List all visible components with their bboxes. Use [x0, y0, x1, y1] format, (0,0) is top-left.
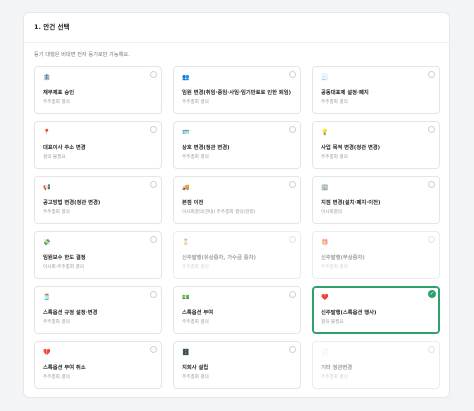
radio-button[interactable] [150, 236, 157, 243]
agenda-card: 📄 기타 정관변경주주총회 결의 [312, 341, 440, 389]
agenda-card[interactable]: 💸 임원보수 한도 결정이사회·주주총회 결의 [34, 231, 162, 279]
agenda-card[interactable]: 🏢 지점 변경(설치·폐지·이전) 이사회결의 [312, 176, 440, 224]
agenda-card-title: 공동대표제 설정·폐지 [321, 90, 369, 96]
cabinet-icon: 🗄️ [182, 349, 190, 356]
agenda-card-resolution: 주주총회 결의 [182, 375, 209, 380]
agenda-card[interactable]: 💡 사업 목적 변경(정관 변경) 주주총회 결의 [312, 121, 440, 169]
heart-icon: ❤️ [321, 294, 329, 301]
radio-button[interactable] [428, 181, 435, 188]
radio-button[interactable] [150, 71, 157, 78]
cash-icon: 💵 [182, 294, 190, 301]
agenda-card[interactable]: 🚚 본점 이전이사회결의(관내) 주주총회 결의(관외) [173, 176, 301, 224]
agenda-card-title: 공고방법 변경(정관 변경) [43, 200, 101, 206]
radio-button[interactable] [428, 71, 435, 78]
agenda-card[interactable]: 💔 스톡옵션 부여 취소주주총회 결의 [34, 341, 162, 389]
agenda-card-title: 스톡옵션 부여 취소 [43, 365, 86, 371]
location-icon: 📍 [43, 129, 51, 136]
bank-icon: 🏦 [43, 74, 51, 81]
id-card-icon: 🪪 [182, 129, 190, 136]
agenda-card-title: 지점 변경(설치·폐지·이전) [321, 200, 381, 206]
agenda-card-title: 상호 변경(정관 변경) [182, 145, 230, 151]
agenda-card-resolution: 주주총회 결의 [321, 265, 348, 270]
radio-button[interactable] [289, 291, 296, 298]
agenda-card[interactable]: 📍 대표이사 주소 변경결의 불필요 [34, 121, 162, 169]
radio-button [428, 346, 435, 353]
broken-heart-icon: 💔 [43, 349, 51, 356]
page-icon: 📄 [321, 349, 329, 356]
agenda-card[interactable]: 🪪 상호 변경(정관 변경) 주주총회 결의 [173, 121, 301, 169]
agenda-card[interactable]: 👥 임원 변경(취임·중임·사임·임기만료로 인한 퇴임) 주주총회 결의 [173, 66, 301, 114]
agenda-card-title: 대표이사 주소 변경 [43, 145, 86, 151]
money-icon: 💸 [43, 239, 51, 246]
agenda-card-resolution: 주주총회 결의 [321, 100, 348, 105]
agenda-selection-panel: 1. 안건 선택 등기 대행은 비대면 전자 등기로만 가능해요. 🏦 재무제표 … [23, 12, 450, 398]
agenda-card[interactable]: 🏦 재무제표 승인주주총회 결의 [34, 66, 162, 114]
agenda-card[interactable]: 🫙 스톡옵션 규정 설정·변경주주총회 결의 [34, 286, 162, 334]
agenda-card-resolution: 이사회결의(관내) 주주총회 결의(관외) [182, 210, 256, 215]
document-icon: 🧾 [321, 74, 329, 81]
jar-icon: 🫙 [43, 294, 51, 301]
agenda-card-resolution: 주주총회 결의 [182, 100, 209, 105]
agenda-card[interactable]: 🧾 공동대표제 설정·폐지주주총회 결의 [312, 66, 440, 114]
agenda-card-resolution: 주주총회 결의 [321, 375, 348, 380]
agenda-card-title: 임원보수 한도 결정 [43, 255, 86, 261]
agenda-card-resolution: 주주총회 결의 [43, 375, 70, 380]
building-icon: 🏢 [321, 184, 329, 191]
agenda-card-resolution: 주주총회 결의 [182, 155, 209, 160]
agenda-card-title: 신주발행(무상증자) [321, 255, 365, 261]
medal-icon: 🏅 [182, 239, 190, 246]
agenda-card-title: 신주발행(유상증자, 가수금 증자) [182, 255, 256, 261]
agenda-card[interactable]: ✓ ❤️ 신주발행(스톡옵션 행사) 결의 불필요 [312, 286, 440, 334]
agenda-card-resolution: 주주총회 결의 [182, 265, 209, 270]
lightbulb-icon: 💡 [321, 129, 329, 136]
agenda-card-resolution: 주주총회 결의 [182, 320, 209, 325]
agenda-card-title: 본점 이전 [182, 200, 204, 206]
gift-icon: 🎁 [321, 239, 329, 246]
radio-button[interactable] [150, 181, 157, 188]
agenda-card-resolution: 결의 불필요 [321, 320, 344, 325]
notice-text: 등기 대행은 비대면 전자 등기로만 가능해요. [34, 52, 130, 58]
radio-button[interactable] [150, 346, 157, 353]
agenda-card[interactable]: 💵 스톡옵션 부여주주총회 결의 [173, 286, 301, 334]
agenda-card-grid: 🏦 재무제표 승인주주총회 결의 👥 임원 변경(취임·중임·사임·임기만료로 인한 … [34, 66, 440, 389]
radio-button[interactable] [289, 71, 296, 78]
section-title: 1. 안건 선택 [24, 13, 449, 43]
agenda-card-title: 기타 정관변경 [321, 365, 353, 371]
agenda-card-resolution: 이사회·주주총회 결의 [43, 265, 84, 270]
agenda-card-resolution: 주주총회 결의 [43, 100, 70, 105]
agenda-card-title: 스톡옵션 부여 [182, 310, 214, 316]
agenda-card[interactable]: 📢 공고방법 변경(정관 변경) 주주총회 결의 [34, 176, 162, 224]
agenda-card-title: 임원 변경(취임·중임·사임·임기만료로 인한 퇴임) [182, 90, 292, 96]
radio-button [289, 236, 296, 243]
agenda-card: 🎁 신주발행(무상증자) 주주총회 결의 [312, 231, 440, 279]
radio-checked-icon[interactable]: ✓ [428, 290, 436, 298]
truck-icon: 🚚 [182, 184, 190, 191]
agenda-card-title: 신주발행(스톡옵션 행사) [321, 310, 377, 316]
agenda-card: 🏅 신주발행(유상증자, 가수금 증자) 주주총회 결의 [173, 231, 301, 279]
agenda-card-title: 사업 목적 변경(정관 변경) [321, 145, 381, 151]
agenda-card[interactable]: 🗄️ 지회사 설립주주총회 결의 [173, 341, 301, 389]
agenda-card-resolution: 결의 불필요 [43, 155, 66, 160]
radio-button[interactable] [289, 126, 296, 133]
radio-button [428, 236, 435, 243]
agenda-card-resolution: 주주총회 결의 [43, 320, 70, 325]
agenda-card-title: 스톡옵션 규정 설정·변경 [43, 310, 98, 316]
radio-button[interactable] [289, 346, 296, 353]
agenda-card-resolution: 주주총회 결의 [43, 210, 70, 215]
agenda-card-resolution: 이사회결의 [321, 210, 343, 215]
people-icon: 👥 [182, 74, 190, 81]
agenda-card-title: 재무제표 승인 [43, 90, 75, 96]
megaphone-icon: 📢 [43, 184, 51, 191]
radio-button[interactable] [150, 291, 157, 298]
agenda-card-title: 지회사 설립 [182, 365, 209, 371]
agenda-card-resolution: 주주총회 결의 [321, 155, 348, 160]
radio-button[interactable] [150, 126, 157, 133]
radio-button[interactable] [428, 126, 435, 133]
radio-button[interactable] [289, 181, 296, 188]
